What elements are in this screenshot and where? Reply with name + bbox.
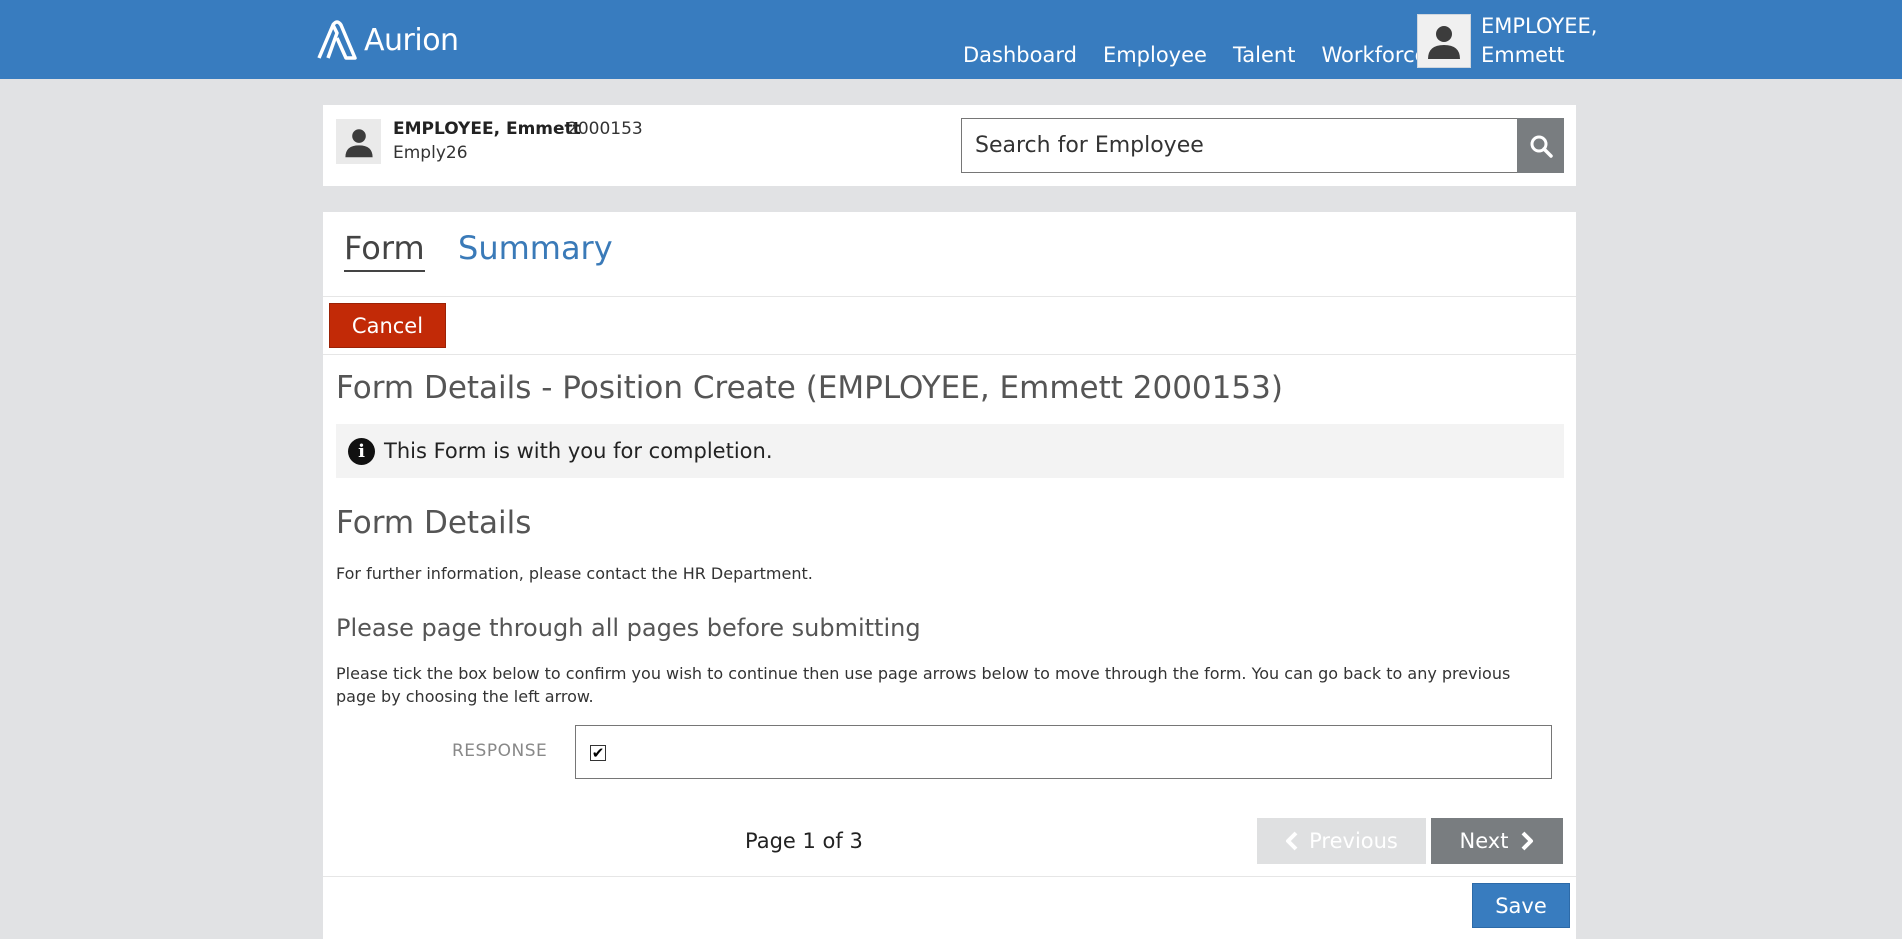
section-heading: Form Details bbox=[336, 505, 532, 541]
info-message: This Form is with you for completion. bbox=[384, 439, 773, 463]
employee-avatar bbox=[336, 119, 381, 164]
user-silhouette-icon bbox=[344, 128, 373, 157]
aurion-logo-icon bbox=[317, 20, 357, 60]
page-title: Form Details - Position Create (EMPLOYEE… bbox=[336, 370, 1283, 406]
info-icon: i bbox=[348, 437, 375, 465]
tab-summary[interactable]: Summary bbox=[458, 226, 613, 270]
employee-card: EMPLOYEE, Emmett 2000153 Emply26 bbox=[323, 105, 1576, 186]
contact-text: For further information, please contact … bbox=[336, 564, 813, 583]
next-button[interactable]: Next bbox=[1431, 818, 1563, 864]
search-button[interactable] bbox=[1517, 118, 1564, 173]
instructions-text: Please tick the box below to confirm you… bbox=[336, 664, 1511, 706]
next-label: Next bbox=[1459, 829, 1509, 853]
brand-logo[interactable]: Aurion bbox=[316, 18, 459, 62]
employee-id: 2000153 bbox=[567, 119, 643, 139]
nav-talent[interactable]: Talent bbox=[1233, 41, 1296, 69]
nav-workforce[interactable]: Workforce bbox=[1321, 41, 1427, 69]
chevron-right-icon bbox=[1522, 831, 1534, 851]
user-menu[interactable]: EMPLOYEE, Emmett bbox=[1417, 14, 1597, 70]
user-name-line2: Emmett bbox=[1481, 43, 1565, 67]
form-panel: Form Summary Cancel Form Details - Posit… bbox=[323, 212, 1576, 939]
previous-button[interactable]: Previous bbox=[1257, 818, 1426, 864]
search-icon bbox=[1530, 135, 1553, 158]
main-nav: Dashboard Employee Talent Workforce bbox=[963, 41, 1428, 69]
info-banner: i This Form is with you for completion. bbox=[336, 424, 1564, 478]
page-indicator: Page 1 of 3 bbox=[745, 829, 863, 853]
avatar bbox=[1417, 14, 1471, 68]
user-name: EMPLOYEE, Emmett bbox=[1481, 12, 1597, 70]
top-header: Aurion Dashboard Employee Talent Workfor… bbox=[0, 0, 1902, 79]
sub-heading: Please page through all pages before sub… bbox=[336, 614, 921, 642]
checkmark-icon: ✔ bbox=[591, 743, 605, 762]
nav-dashboard[interactable]: Dashboard bbox=[963, 41, 1077, 69]
previous-label: Previous bbox=[1309, 829, 1398, 853]
divider bbox=[323, 876, 1576, 877]
chevron-left-icon bbox=[1286, 831, 1298, 851]
nav-employee[interactable]: Employee bbox=[1103, 41, 1207, 69]
tab-form[interactable]: Form bbox=[344, 226, 425, 272]
response-field: ✔ bbox=[575, 725, 1552, 779]
save-button[interactable]: Save bbox=[1472, 883, 1570, 928]
cancel-button[interactable]: Cancel bbox=[329, 303, 446, 348]
user-name-line1: EMPLOYEE, bbox=[1481, 14, 1598, 38]
employee-search-input[interactable] bbox=[961, 118, 1518, 173]
brand-name: Aurion bbox=[364, 22, 459, 58]
response-checkbox[interactable]: ✔ bbox=[590, 745, 606, 761]
user-silhouette-icon bbox=[1428, 26, 1460, 59]
response-label: RESPONSE bbox=[452, 741, 548, 761]
employee-name: EMPLOYEE, Emmett bbox=[393, 119, 581, 139]
divider bbox=[323, 296, 1576, 297]
divider bbox=[323, 354, 1576, 355]
employee-code: Emply26 bbox=[393, 143, 468, 163]
